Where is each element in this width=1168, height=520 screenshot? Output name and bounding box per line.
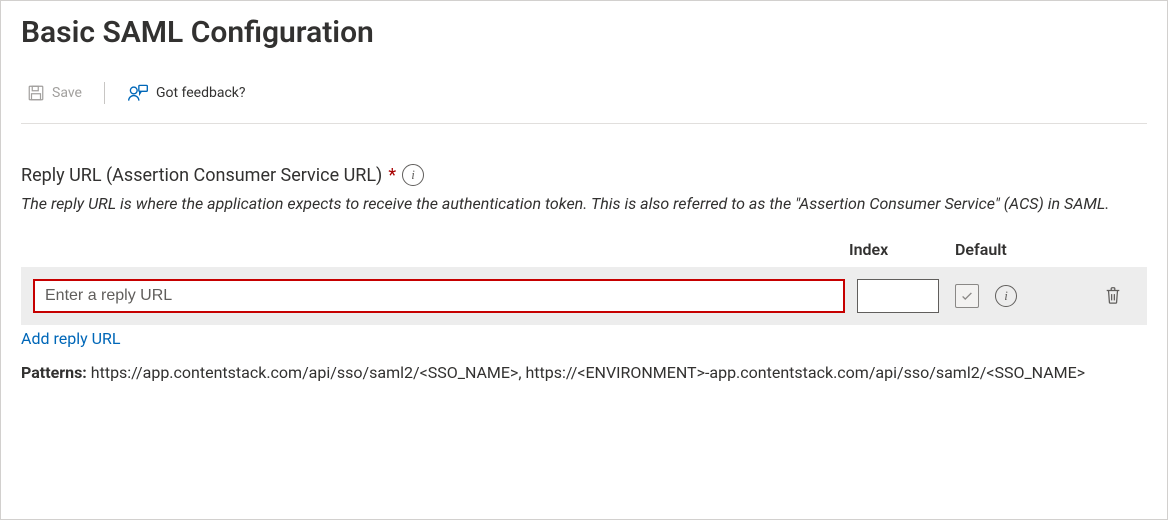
field-label-text: Reply URL (Assertion Consumer Service UR… (21, 165, 382, 186)
patterns-value: https://app.contentstack.com/api/sso/sam… (87, 363, 1085, 382)
field-group-label: Reply URL (Assertion Consumer Service UR… (21, 164, 1147, 186)
reply-url-row: i (21, 267, 1147, 325)
reply-url-input[interactable] (33, 279, 845, 313)
patterns-label: Patterns: (21, 363, 87, 382)
columns-header: Index Default (21, 240, 1147, 259)
toolbar-separator (104, 82, 105, 104)
feedback-button[interactable]: Got feedback? (121, 79, 252, 107)
page-title: Basic SAML Configuration (21, 15, 1147, 51)
save-button-label: Save (52, 85, 82, 101)
info-icon[interactable]: i (402, 164, 424, 186)
default-checkbox[interactable] (955, 284, 979, 308)
add-reply-url-link[interactable]: Add reply URL (21, 329, 120, 348)
info-icon[interactable]: i (995, 285, 1017, 307)
delete-button[interactable] (1100, 281, 1126, 312)
col-header-index: Index (845, 240, 951, 259)
required-mark: * (388, 165, 396, 186)
trash-icon (1104, 293, 1122, 308)
save-button[interactable]: Save (21, 80, 88, 106)
feedback-button-label: Got feedback? (156, 85, 246, 101)
panel: Basic SAML Configuration Save (0, 0, 1168, 520)
default-cell: i (951, 284, 1079, 308)
feedback-icon (127, 83, 149, 103)
field-help-text: The reply URL is where the application e… (21, 192, 1147, 216)
save-icon (27, 84, 45, 102)
patterns-text: Patterns: https://app.contentstack.com/a… (21, 360, 1147, 386)
index-input[interactable] (857, 279, 939, 313)
col-header-default: Default (951, 240, 1091, 259)
toolbar: Save Got feedback? (21, 79, 1147, 124)
delete-cell (1091, 281, 1135, 312)
